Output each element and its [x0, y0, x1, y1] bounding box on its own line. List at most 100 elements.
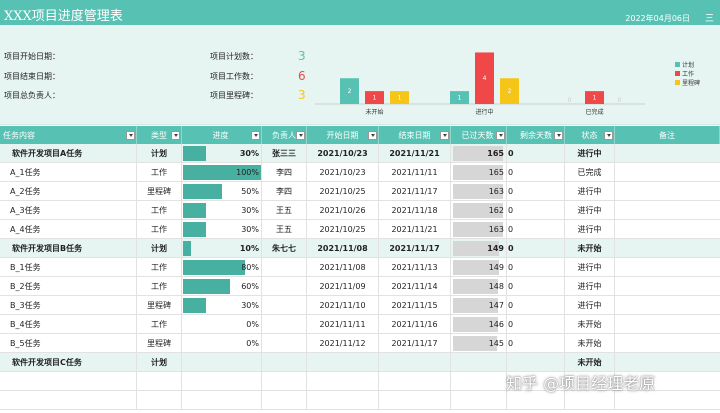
cell-progress[interactable]: [182, 391, 262, 409]
cell-note[interactable]: [615, 144, 720, 162]
cell-owner[interactable]: [262, 296, 307, 314]
table-row[interactable]: B_3任务 里程碑 30% 2021/11/10 2021/11/15 147 0 进行中: [0, 296, 720, 315]
filter-dropdown-icon[interactable]: [251, 131, 260, 140]
cell-elapsed-days[interactable]: 163: [451, 182, 507, 200]
cell-type[interactable]: [137, 372, 182, 390]
cell-elapsed-days[interactable]: 163: [451, 220, 507, 238]
cell-note[interactable]: [615, 296, 720, 314]
cell-owner[interactable]: [262, 277, 307, 295]
cell-progress[interactable]: 30%: [182, 144, 262, 162]
cell-end-date[interactable]: 2021/11/17: [379, 239, 451, 257]
cell-note[interactable]: [615, 163, 720, 181]
cell-end-date[interactable]: 2021/11/21: [379, 220, 451, 238]
cell-elapsed-days[interactable]: 147: [451, 296, 507, 314]
cell-progress[interactable]: 30%: [182, 296, 262, 314]
cell-remaining-days[interactable]: 0: [507, 144, 565, 162]
cell-start-date[interactable]: 2021/10/25: [307, 220, 379, 238]
cell-end-date[interactable]: 2021/11/13: [379, 258, 451, 276]
cell-progress[interactable]: 100%: [182, 163, 262, 181]
cell-type[interactable]: 计划: [137, 144, 182, 162]
cell-progress[interactable]: 80%: [182, 258, 262, 276]
cell-note[interactable]: [615, 334, 720, 352]
cell-note[interactable]: [615, 182, 720, 200]
cell-remaining-days[interactable]: 0: [507, 239, 565, 257]
cell-remaining-days[interactable]: 0: [507, 334, 565, 352]
cell-note[interactable]: [615, 239, 720, 257]
cell-owner[interactable]: [262, 353, 307, 371]
cell-status[interactable]: 已完成: [565, 163, 615, 181]
cell-end-date[interactable]: 2021/11/21: [379, 144, 451, 162]
cell-type[interactable]: 计划: [137, 239, 182, 257]
table-row[interactable]: A_1任务 工作 100% 李四 2021/10/23 2021/11/11 165 0 已完成: [0, 163, 720, 182]
cell-owner[interactable]: 李四: [262, 182, 307, 200]
cell-task-name[interactable]: 软件开发项目A任务: [0, 144, 137, 162]
filter-dropdown-icon[interactable]: [296, 131, 305, 140]
cell-elapsed-days[interactable]: 145: [451, 334, 507, 352]
cell-remaining-days[interactable]: 0: [507, 201, 565, 219]
cell-remaining-days[interactable]: 0: [507, 182, 565, 200]
cell-task-name[interactable]: A_4任务: [0, 220, 137, 238]
cell-task-name[interactable]: B_1任务: [0, 258, 137, 276]
cell-remaining-days[interactable]: 0: [507, 277, 565, 295]
table-row[interactable]: B_4任务 工作 0% 2021/11/11 2021/11/16 146 0 未开始: [0, 315, 720, 334]
cell-end-date[interactable]: 2021/11/11: [379, 163, 451, 181]
cell-task-name[interactable]: [0, 391, 137, 409]
cell-start-date[interactable]: 2021/11/12: [307, 334, 379, 352]
cell-start-date[interactable]: [307, 353, 379, 371]
cell-note[interactable]: [615, 315, 720, 333]
cell-owner[interactable]: [262, 391, 307, 409]
cell-progress[interactable]: [182, 372, 262, 390]
cell-end-date[interactable]: 2021/11/17: [379, 334, 451, 352]
cell-status[interactable]: 进行中: [565, 201, 615, 219]
cell-progress[interactable]: 30%: [182, 220, 262, 238]
cell-start-date[interactable]: 2021/11/09: [307, 277, 379, 295]
table-group-row[interactable]: 软件开发项目B任务 计划 10% 朱七七 2021/11/08 2021/11/17 149…: [0, 239, 720, 258]
cell-progress[interactable]: 60%: [182, 277, 262, 295]
cell-status[interactable]: 进行中: [565, 220, 615, 238]
cell-end-date[interactable]: 2021/11/14: [379, 277, 451, 295]
filter-dropdown-icon[interactable]: [171, 131, 180, 140]
filter-dropdown-icon[interactable]: [368, 131, 377, 140]
cell-type[interactable]: 工作: [137, 201, 182, 219]
cell-task-name[interactable]: 软件开发项目C任务: [0, 353, 137, 371]
cell-start-date[interactable]: 2021/10/25: [307, 182, 379, 200]
cell-start-date[interactable]: [307, 391, 379, 409]
cell-progress[interactable]: 30%: [182, 201, 262, 219]
cell-remaining-days[interactable]: 0: [507, 315, 565, 333]
table-row[interactable]: A_3任务 工作 30% 王五 2021/10/26 2021/11/18 162 0 进行中: [0, 201, 720, 220]
cell-owner[interactable]: 朱七七: [262, 239, 307, 257]
cell-status[interactable]: 进行中: [565, 144, 615, 162]
cell-start-date[interactable]: [307, 372, 379, 390]
cell-owner[interactable]: [262, 315, 307, 333]
cell-type[interactable]: 里程碑: [137, 182, 182, 200]
cell-remaining-days[interactable]: 0: [507, 163, 565, 181]
filter-dropdown-icon[interactable]: [126, 131, 135, 140]
cell-type[interactable]: 工作: [137, 315, 182, 333]
cell-elapsed-days[interactable]: [451, 353, 507, 371]
cell-start-date[interactable]: 2021/11/11: [307, 315, 379, 333]
cell-note[interactable]: [615, 201, 720, 219]
cell-end-date[interactable]: [379, 391, 451, 409]
cell-task-name[interactable]: A_1任务: [0, 163, 137, 181]
table-row[interactable]: B_2任务 工作 60% 2021/11/09 2021/11/14 148 0 进行中: [0, 277, 720, 296]
cell-status[interactable]: 未开始: [565, 334, 615, 352]
cell-task-name[interactable]: B_4任务: [0, 315, 137, 333]
cell-task-name[interactable]: B_2任务: [0, 277, 137, 295]
cell-progress[interactable]: 0%: [182, 334, 262, 352]
cell-note[interactable]: [615, 258, 720, 276]
cell-elapsed-days[interactable]: 148: [451, 277, 507, 295]
cell-type[interactable]: 工作: [137, 163, 182, 181]
table-row[interactable]: B_1任务 工作 80% 2021/11/08 2021/11/13 149 0 进行中: [0, 258, 720, 277]
cell-owner[interactable]: 张三三: [262, 144, 307, 162]
cell-elapsed-days[interactable]: 165: [451, 163, 507, 181]
filter-dropdown-icon[interactable]: [554, 131, 563, 140]
filter-dropdown-icon[interactable]: [440, 131, 449, 140]
cell-task-name[interactable]: B_5任务: [0, 334, 137, 352]
cell-type[interactable]: 工作: [137, 258, 182, 276]
cell-note[interactable]: [615, 220, 720, 238]
cell-task-name[interactable]: [0, 372, 137, 390]
cell-start-date[interactable]: 2021/11/08: [307, 239, 379, 257]
cell-elapsed-days[interactable]: 146: [451, 315, 507, 333]
cell-owner[interactable]: 李四: [262, 163, 307, 181]
cell-owner[interactable]: 王五: [262, 220, 307, 238]
